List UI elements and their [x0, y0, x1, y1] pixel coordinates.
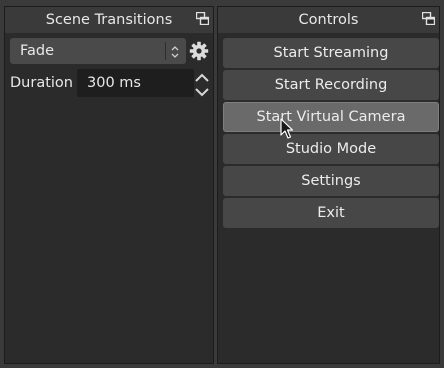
duration-spinbox[interactable]: 300 ms	[77, 69, 194, 97]
chevron-up-icon[interactable]	[193, 69, 211, 82]
combo-divider	[165, 42, 166, 60]
transition-select[interactable]: Fade	[10, 38, 186, 64]
transition-select-value: Fade	[20, 43, 55, 59]
controls-dock: Controls Start Streaming Start Recording…	[217, 6, 440, 364]
settings-button[interactable]: Settings	[223, 166, 439, 196]
obs-window: Scene Transitions Fade Duration 300 ms C…	[0, 0, 444, 368]
mouse-pointer-icon	[280, 118, 294, 140]
start-virtual-camera-button[interactable]: Start Virtual Camera	[223, 102, 439, 132]
scene-transitions-dock: Scene Transitions Fade Duration 300 ms	[4, 6, 214, 364]
start-recording-button[interactable]: Start Recording	[223, 70, 439, 100]
duration-label: Duration	[10, 75, 73, 91]
scene-transitions-title: Scene Transitions	[45, 12, 173, 28]
controls-title: Controls	[298, 12, 359, 28]
scene-transitions-title-bar: Scene Transitions	[5, 7, 213, 33]
float-dock-icon[interactable]	[422, 12, 435, 25]
exit-button[interactable]: Exit	[223, 198, 439, 228]
up-down-chevron-icon	[170, 44, 180, 58]
controls-title-bar: Controls	[218, 7, 439, 33]
gear-icon[interactable]	[189, 41, 209, 61]
studio-mode-button[interactable]: Studio Mode	[223, 134, 439, 164]
float-dock-icon[interactable]	[196, 12, 209, 25]
duration-value: 300 ms	[87, 75, 141, 91]
start-streaming-button[interactable]: Start Streaming	[223, 38, 439, 68]
chevron-down-icon[interactable]	[193, 84, 211, 97]
